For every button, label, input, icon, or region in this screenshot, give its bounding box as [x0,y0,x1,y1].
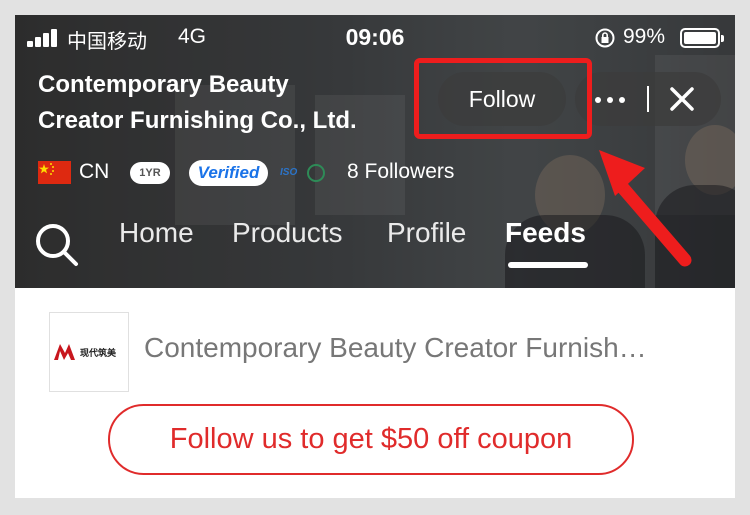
tab-feeds[interactable]: Feeds [505,217,586,249]
logo-text: 现代筑美 [80,349,117,359]
pill-divider [647,86,649,112]
store-name-line2: Creator Furnishing Co., Ltd. [38,107,357,134]
phone-screen: 中国移动 4G 09:06 99% Contemporary Beauty Cr… [15,15,735,498]
search-icon[interactable] [32,220,80,268]
rotation-lock-icon [595,28,615,48]
years-badge: 1YR [130,162,170,184]
active-tab-indicator [508,262,588,268]
company-logo[interactable]: 现代筑美 [49,312,129,392]
annotation-highlight-box [414,58,592,139]
follow-coupon-button[interactable]: Follow us to get $50 off coupon [108,404,634,475]
company-name[interactable]: Contemporary Beauty Creator Furnish… [144,332,704,364]
store-name-line1: Contemporary Beauty [38,71,289,98]
header-action-pill [575,72,721,126]
country-code: CN [79,160,110,183]
tab-home[interactable]: Home [119,217,194,249]
store-header: 中国移动 4G 09:06 99% Contemporary Beauty Cr… [15,15,735,288]
tab-profile[interactable]: Profile [387,217,466,249]
battery-percentage: 99% [623,25,666,48]
feed-content: 现代筑美 Contemporary Beauty Creator Furnish… [15,288,735,498]
close-icon[interactable] [669,86,695,112]
iso-icon: ISO [280,164,325,182]
china-flag-icon [38,161,71,184]
store-meta-row: CN 1YR Verified ISO 8 Followers [38,158,538,188]
battery-icon [680,28,724,48]
status-bar: 中国移动 4G 09:06 99% [15,15,735,61]
annotation-arrow-icon [599,150,692,267]
verified-badge[interactable]: Verified [189,160,268,186]
logo-mark-icon [54,344,75,360]
store-name: Contemporary Beauty Creator Furnishing C… [38,67,418,139]
iso-label: ISO [280,167,297,178]
tab-products[interactable]: Products [232,217,343,249]
followers-count: 8 Followers [347,160,455,183]
more-icon[interactable] [595,97,625,103]
